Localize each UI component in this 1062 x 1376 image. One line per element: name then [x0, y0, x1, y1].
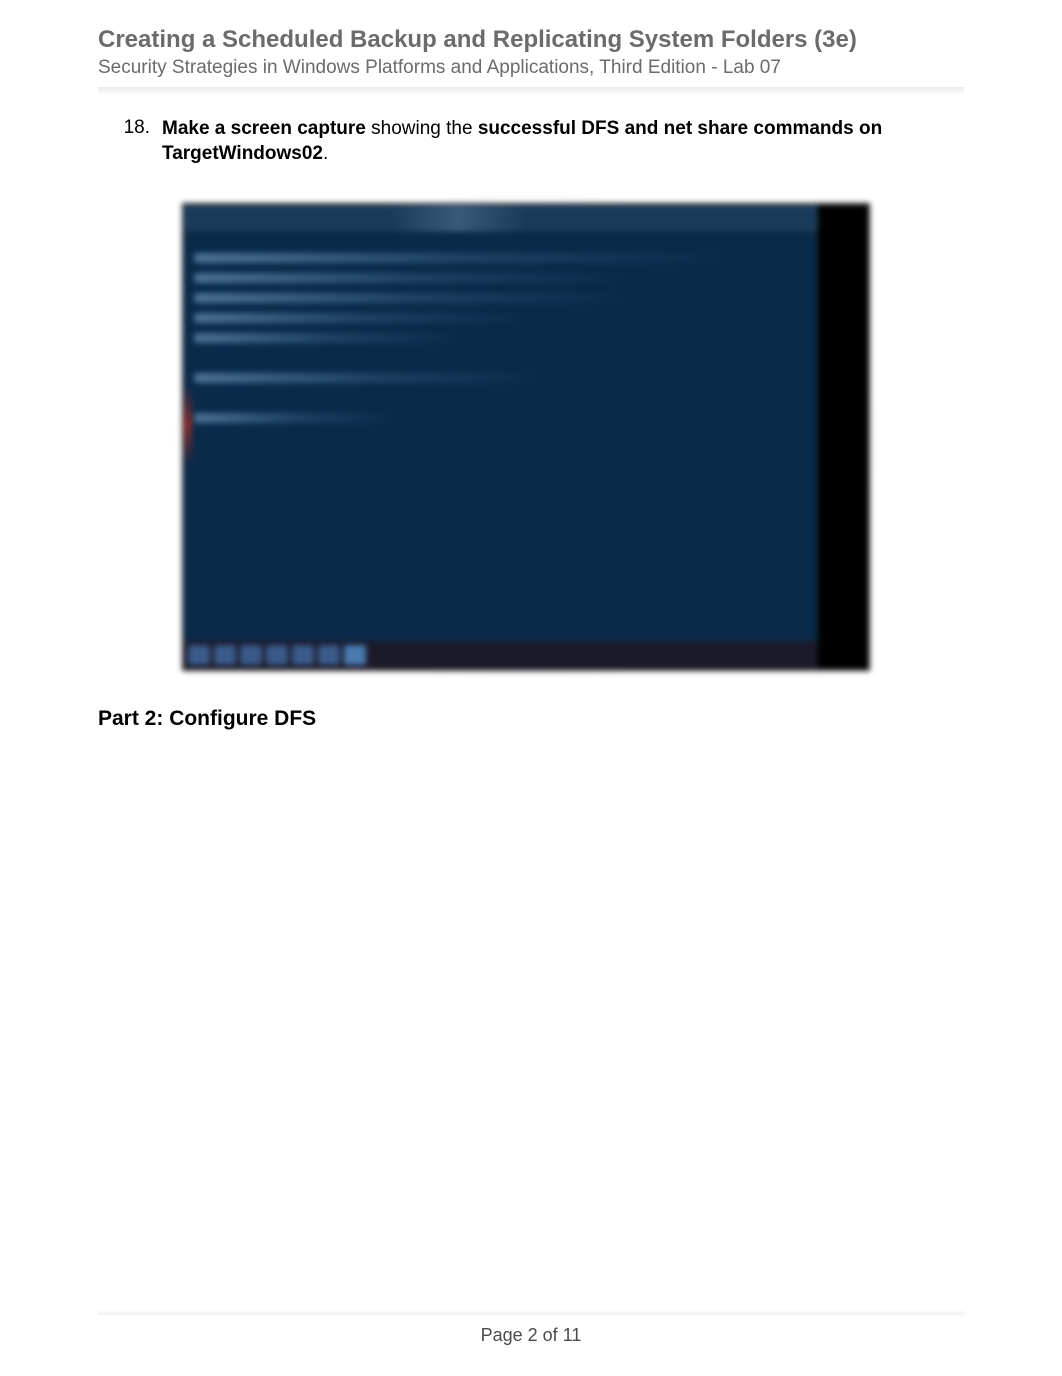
blur-line: [194, 273, 626, 283]
instruction-bold-1: Make a screen capture: [162, 118, 366, 139]
screenshot-titlebar: [184, 205, 868, 233]
taskbar-icon: [344, 645, 366, 665]
screenshot-body: [184, 233, 868, 443]
blur-line: [194, 413, 393, 423]
screenshot-content: [182, 203, 870, 671]
taskbar-icon: [266, 645, 288, 665]
header-divider: [98, 87, 964, 95]
page-number: Page 2 of 11: [98, 1325, 964, 1346]
page-title: Creating a Scheduled Backup and Replicat…: [98, 24, 964, 55]
blur-line: [194, 293, 626, 303]
screenshot-left-edge: [184, 385, 192, 465]
document-page: Creating a Scheduled Backup and Replicat…: [0, 0, 1062, 1376]
blur-line: [194, 373, 539, 383]
instruction-plain-2: .: [323, 143, 328, 164]
taskbar-icon: [214, 645, 236, 665]
blur-line: [194, 253, 725, 263]
instruction-number: 18.: [122, 117, 162, 166]
blur-line: [194, 313, 526, 323]
page-header: Creating a Scheduled Backup and Replicat…: [98, 24, 964, 79]
page-subtitle: Security Strategies in Windows Platforms…: [98, 57, 964, 79]
screenshot-taskbar: [184, 641, 818, 669]
blur-line: [194, 333, 460, 343]
instruction-item: 18. Make a screen capture showing the su…: [122, 117, 964, 166]
taskbar-icon: [292, 645, 314, 665]
instruction-plain-1: showing the: [366, 118, 478, 139]
instruction-text: Make a screen capture showing the succes…: [162, 117, 964, 166]
footer-divider: [98, 1309, 964, 1315]
section-heading: Part 2: Configure DFS: [98, 707, 964, 731]
taskbar-icon: [188, 645, 210, 665]
screenshot-rightbar: [818, 205, 868, 669]
embedded-screenshot: [176, 197, 876, 677]
taskbar-icon: [240, 645, 262, 665]
page-footer: Page 2 of 11: [0, 1309, 1062, 1346]
taskbar-icon: [318, 645, 340, 665]
